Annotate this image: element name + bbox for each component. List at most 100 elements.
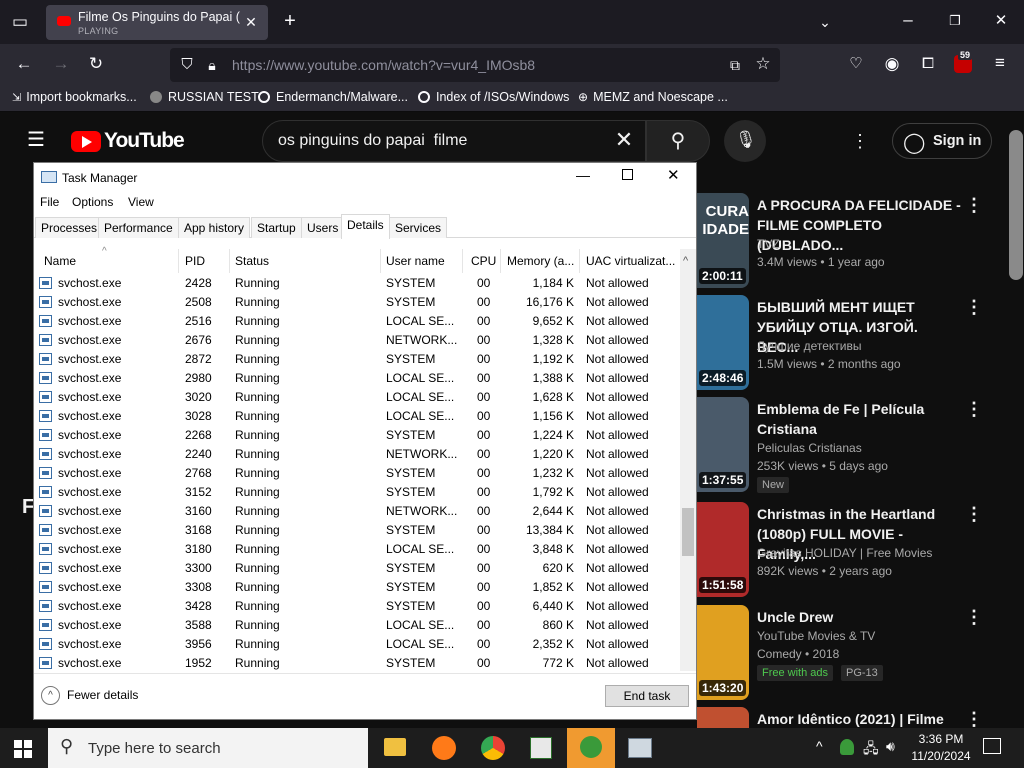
video-channel[interactable]: Gravitas HOLIDAY | Free Movies	[757, 546, 932, 560]
more-options-icon[interactable]: ⋮	[965, 709, 983, 728]
fewer-details-icon[interactable]: ^	[41, 686, 60, 705]
clock-time[interactable]: 3:36 PM	[906, 732, 976, 746]
table-row[interactable]: svchost.exe 2768 Running SYSTEM 00 1,232 K Not…	[34, 464, 679, 483]
video-item[interactable]: 2:48:46 БЫВШИЙ МЕНТ ИЩЕТ УБИЙЦУ ОТЦА. ИЗГ…	[697, 295, 1017, 390]
tab-users[interactable]: Users	[301, 217, 345, 238]
clear-search-icon[interactable]: ✕	[613, 129, 635, 151]
new-tab-icon[interactable]: +	[280, 11, 300, 31]
more-options-icon[interactable]: ⋮	[965, 504, 983, 525]
clock-date[interactable]: 11/20/2024	[906, 749, 976, 763]
menu-options[interactable]: Options	[72, 195, 113, 209]
menu-icon[interactable]: ≡	[990, 53, 1010, 73]
more-options-icon[interactable]: ⋮	[965, 399, 983, 420]
scroll-up-icon[interactable]: ^	[683, 255, 688, 267]
col-cpu[interactable]: CPU	[471, 254, 496, 268]
table-row[interactable]: svchost.exe 2516 Running LOCAL SE... 00 9,652…	[34, 312, 679, 331]
table-scrollbar-thumb[interactable]	[682, 508, 694, 556]
file-explorer-icon[interactable]	[384, 738, 406, 756]
video-title[interactable]: Uncle Drew	[757, 607, 962, 627]
task-manager-taskbar-icon[interactable]	[628, 738, 652, 758]
video-channel[interactable]: YouTube Movies & TV	[757, 629, 875, 643]
menu-file[interactable]: File	[40, 195, 59, 209]
more-options-icon[interactable]: ⋮	[965, 195, 983, 216]
table-row[interactable]: svchost.exe 3152 Running SYSTEM 00 1,792 K Not…	[34, 483, 679, 502]
tab-list-icon[interactable]: ▭	[10, 12, 30, 32]
col-user-name[interactable]: User name	[386, 254, 445, 268]
fewer-details-link[interactable]: Fewer details	[67, 688, 138, 702]
video-title[interactable]: Amor Idêntico (2021) | Filme	[757, 709, 962, 728]
video-channel[interactable]: Peliculas Cristianas	[757, 441, 862, 455]
table-row[interactable]: svchost.exe 3020 Running LOCAL SE... 00 1,628…	[34, 388, 679, 407]
forward-icon[interactable]: →	[51, 54, 71, 74]
more-options-icon[interactable]: ⋮	[965, 297, 983, 318]
volume-icon[interactable]: 🔊︎	[886, 738, 895, 755]
video-thumbnail[interactable]: 1:51:58	[697, 502, 749, 597]
table-row[interactable]: svchost.exe 3180 Running LOCAL SE... 00 3,848…	[34, 540, 679, 559]
extensions-icon[interactable]: ⧠	[918, 54, 938, 74]
video-item[interactable]: Amor Idêntico (2021) | Filme ⋮	[697, 707, 1017, 728]
table-row[interactable]: svchost.exe 2508 Running SYSTEM 00 16,176 K No…	[34, 293, 679, 312]
close-icon[interactable]: ✕	[667, 166, 680, 184]
lock-icon[interactable]: 🔒︎	[204, 55, 220, 75]
end-task-button[interactable]: End task	[605, 685, 689, 707]
youtube-logo-text[interactable]: YouTube	[104, 129, 185, 153]
hamburger-menu-icon[interactable]: ☰	[24, 130, 48, 150]
table-row[interactable]: svchost.exe 2268 Running SYSTEM 00 1,224 K Not…	[34, 426, 679, 445]
table-row[interactable]: svchost.exe 3588 Running LOCAL SE... 00 860 K…	[34, 616, 679, 635]
col-status[interactable]: Status	[235, 254, 269, 268]
col-uac[interactable]: UAC virtualizat...	[586, 254, 675, 268]
close-tab-icon[interactable]: ✕	[242, 12, 260, 32]
video-channel[interactable]: Лучшие детективы	[757, 339, 862, 353]
more-options-icon[interactable]: ⋮	[965, 607, 983, 628]
network-icon[interactable]: 🖧︎	[863, 738, 879, 762]
video-thumbnail[interactable]: 2:48:46	[697, 295, 749, 390]
bookmark-russian-test[interactable]: RUSSIAN TEST	[150, 90, 259, 104]
video-thumbnail[interactable]: 1:43:20	[697, 605, 749, 700]
app-window-icon[interactable]	[530, 737, 552, 759]
table-row[interactable]: svchost.exe 2240 Running NETWORK... 00 1,220 …	[34, 445, 679, 464]
account-icon[interactable]: ◉	[882, 54, 902, 74]
search-input[interactable]: os pinguins do papai filme	[278, 132, 467, 150]
notifications-icon[interactable]	[983, 738, 1001, 754]
col-pid[interactable]: PID	[185, 254, 205, 268]
video-thumbnail[interactable]	[697, 707, 749, 728]
table-row[interactable]: svchost.exe 3028 Running LOCAL SE... 00 1,156…	[34, 407, 679, 426]
video-channel[interactable]: TVZ	[757, 237, 780, 251]
tab-app-history[interactable]: App history	[178, 217, 251, 238]
tab-startup[interactable]: Startup	[251, 217, 302, 238]
restore-icon[interactable]: ❐	[945, 11, 965, 31]
table-row[interactable]: svchost.exe 2676 Running NETWORK... 00 1,328 …	[34, 331, 679, 350]
search-box[interactable]: os pinguins do papai filme ✕	[262, 120, 646, 162]
chevron-down-icon[interactable]: ⌄	[815, 12, 835, 32]
bookmark-memz[interactable]: ⊕ MEMZ and Noescape ...	[578, 90, 728, 104]
tab-details[interactable]: Details	[341, 214, 390, 239]
table-row[interactable]: svchost.exe 3956 Running LOCAL SE... 00 2,352…	[34, 635, 679, 654]
search-button[interactable]: ⚲	[646, 120, 710, 162]
sign-in-button[interactable]: ◯ Sign in	[892, 123, 992, 159]
back-icon[interactable]: ←	[14, 54, 34, 74]
video-item[interactable]: CURA IDADE 2:00:11 A PROCURA DA FELICIDADE…	[697, 193, 1017, 288]
bookmark-endermanch[interactable]: Endermanch/Malware...	[258, 90, 408, 104]
windows-start-icon[interactable]	[14, 740, 32, 758]
firefox-icon[interactable]	[432, 736, 456, 760]
maximize-icon[interactable]	[622, 169, 633, 180]
table-row[interactable]: svchost.exe 1952 Running SYSTEM 00 772 K Not a…	[34, 654, 679, 671]
menu-view[interactable]: View	[128, 195, 154, 209]
tray-app-icon[interactable]	[840, 739, 854, 755]
minimize-icon[interactable]: –	[898, 10, 918, 30]
tab-performance[interactable]: Performance	[98, 217, 179, 238]
active-app-button[interactable]	[567, 728, 615, 768]
table-row[interactable]: svchost.exe 3308 Running SYSTEM 00 1,852 K Not…	[34, 578, 679, 597]
bookmark-import[interactable]: ⇲ Import bookmarks...	[12, 90, 137, 104]
taskbar-search-input[interactable]: Type here to search	[88, 740, 221, 757]
table-row[interactable]: svchost.exe 2428 Running SYSTEM 00 1,184 K Not…	[34, 274, 679, 293]
star-icon[interactable]: ☆	[754, 54, 772, 74]
table-row[interactable]: svchost.exe 3160 Running NETWORK... 00 2,644 …	[34, 502, 679, 521]
chrome-icon[interactable]	[481, 736, 505, 760]
tab-processes[interactable]: Processes	[35, 217, 104, 238]
chevron-up-icon[interactable]: ^	[816, 738, 823, 754]
video-item[interactable]: 1:43:20 Uncle Drew YouTube Movies & TV Come…	[697, 605, 1017, 700]
table-scrollbar[interactable]: ^	[680, 249, 696, 671]
table-row[interactable]: svchost.exe 3300 Running SYSTEM 00 620 K Not a…	[34, 559, 679, 578]
browser-tab[interactable]: Filme Os Pinguins do Papai (20 PLAYING ✕	[46, 5, 268, 40]
